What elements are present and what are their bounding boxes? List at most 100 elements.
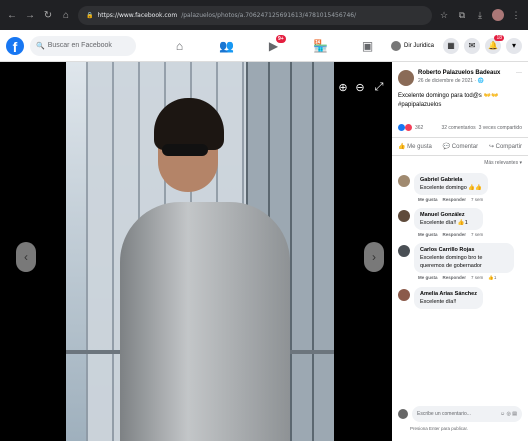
avatar: [398, 409, 408, 419]
more-options-icon[interactable]: ···: [516, 70, 522, 86]
grid-icon: ▦: [447, 41, 455, 50]
account-area: Dir Juridica ▦ ✉ 🔔 18 ▾: [391, 34, 523, 54]
post-date[interactable]: 26 de diciembre de 2021 · 🌐: [418, 78, 500, 84]
extensions-icon[interactable]: ⧉: [456, 9, 468, 21]
comment-like-link[interactable]: Me gusta: [418, 275, 438, 281]
marketplace-icon: 🏪: [313, 38, 328, 53]
composer-hint: Presiona Enter para publicar.: [410, 426, 469, 431]
commenter-avatar[interactable]: [398, 245, 410, 257]
commenter-name[interactable]: Amelia Arias Sánchez: [420, 290, 477, 298]
reactions-row: 362 32 comentarios 3 veces compartido: [392, 112, 528, 138]
notification-badge: 18: [494, 34, 505, 41]
comment-time[interactable]: 7 sem: [471, 232, 483, 237]
comment-reply-link[interactable]: Responder: [443, 275, 467, 281]
comments-count[interactable]: 32 comentarios: [441, 125, 475, 131]
menu-button[interactable]: ▦: [443, 37, 460, 54]
watch-badge: 9+: [276, 34, 286, 43]
photo-person-body: [120, 202, 290, 441]
next-photo-button[interactable]: ›: [364, 242, 384, 272]
comment-reaction-count: 👍1: [457, 220, 468, 226]
browser-menu-icon[interactable]: ⋮: [510, 9, 522, 21]
profile-chip[interactable]: Dir Juridica: [391, 40, 434, 51]
like-label: Me gusta: [407, 144, 432, 150]
love-reaction-icon: [405, 124, 412, 131]
comment-reaction-count: 👍1: [488, 275, 497, 280]
home-button[interactable]: ⌂: [60, 10, 72, 21]
messenger-button[interactable]: ✉: [464, 37, 481, 54]
zoom-out-icon[interactable]: ⊖: [353, 80, 367, 94]
comment-composer: Escribe un comentario... ☺ ◎ ▤: [392, 406, 528, 422]
commenter-name[interactable]: Manuel González: [420, 211, 477, 219]
messenger-icon: ✉: [468, 41, 476, 50]
comment-button[interactable]: 💬 Comentar: [443, 143, 478, 150]
emoji-icon[interactable]: ☺ ◎ ▤: [500, 411, 517, 417]
zoom-in-icon[interactable]: ⊕: [336, 80, 350, 94]
comment-bubble: Amelia Arias Sánchez Excelente día!!: [414, 287, 483, 309]
post-details-panel: Roberto Palazuelos Badeaux 26 de diciemb…: [392, 62, 528, 441]
comment-input[interactable]: Escribe un comentario... ☺ ◎ ▤: [412, 406, 522, 422]
main-nav: ⌂ 👥 ▶ 9+ 🏪 ▣: [156, 31, 391, 61]
commenter-name[interactable]: Gabriel Gabriela: [420, 176, 482, 184]
post-hashtag[interactable]: #papipalazuelos: [398, 101, 522, 110]
comment-bubble: Gabriel Gabriela Excelente domingo 👍👍: [414, 173, 489, 195]
commenter-name[interactable]: Carlos Carrillo Rojas: [420, 246, 508, 254]
watch-tab[interactable]: ▶ 9+: [250, 31, 297, 61]
url-host: https://www.facebook.com: [97, 11, 178, 19]
comment-placeholder: Escribe un comentario...: [417, 411, 471, 417]
comment-time[interactable]: 7 sem: [471, 197, 483, 202]
comment-reaction-number: 1: [493, 275, 497, 280]
post-actions: 👍 Me gusta 💬 Comentar ↪ Compartir: [392, 138, 528, 156]
post-photo[interactable]: [66, 62, 334, 441]
comment: Amelia Arias Sánchez Excelente día!!: [392, 284, 528, 312]
bell-icon: 🔔: [488, 41, 498, 50]
reaction-count[interactable]: 362: [415, 125, 423, 131]
commenter-avatar[interactable]: [398, 289, 410, 301]
comment-bubble: Carlos Carrillo Rojas Excelente domingo …: [414, 243, 514, 273]
chevron-down-icon: ▾: [512, 41, 517, 50]
comment-reply-link[interactable]: Responder: [443, 197, 467, 202]
url-path: /palazuelos/photos/a.706247125691613/478…: [181, 11, 357, 19]
comment-meta: Me gusta Responder 7 sem: [418, 197, 488, 202]
fullscreen-icon[interactable]: ⤢: [372, 80, 386, 94]
address-bar[interactable]: 🔒 https://www.facebook.com/palazuelos/ph…: [78, 5, 432, 25]
forward-button[interactable]: →: [24, 10, 36, 21]
comment-text: Excelente domingo bro te queremos de gob…: [420, 255, 483, 269]
share-button[interactable]: ↪ Compartir: [489, 143, 522, 150]
comment-like-link[interactable]: Me gusta: [418, 197, 438, 202]
gaming-tab[interactable]: ▣: [344, 31, 391, 61]
comment-text: Excelente día!! 👍1: [420, 219, 477, 227]
commenter-avatar[interactable]: [398, 175, 410, 187]
facebook-logo[interactable]: f: [6, 36, 24, 55]
comment-label: Comentar: [451, 144, 479, 150]
shares-count[interactable]: 3 veces compartido: [479, 125, 522, 131]
like-reaction-icon: [398, 124, 405, 131]
comment-like-link[interactable]: Me gusta: [418, 232, 438, 237]
comment-meta: Me gusta Responder 7 sem 👍1: [418, 275, 514, 281]
author-name[interactable]: Roberto Palazuelos Badeaux: [418, 70, 500, 76]
browser-profile-avatar[interactable]: [492, 9, 504, 21]
search-input[interactable]: 🔍 Buscar en Facebook: [30, 35, 136, 56]
comment-reply-link[interactable]: Responder: [443, 232, 467, 237]
comment: Gabriel Gabriela Excelente domingo 👍👍 Me…: [392, 170, 528, 205]
notifications-button[interactable]: 🔔 18: [485, 34, 505, 54]
comment-text: Excelente domingo 👍👍: [420, 185, 483, 191]
download-icon[interactable]: ⤓: [474, 9, 486, 21]
star-icon[interactable]: ☆: [438, 9, 450, 21]
like-button[interactable]: 👍 Me gusta: [398, 143, 432, 150]
reload-button[interactable]: ↻: [42, 10, 54, 21]
friends-icon: 👥: [219, 38, 234, 53]
home-tab[interactable]: ⌂: [156, 31, 203, 61]
comment-text: Excelente día!!: [420, 299, 457, 305]
comment-time[interactable]: 7 sem: [471, 275, 483, 281]
back-button[interactable]: ←: [6, 10, 18, 21]
comment-text-content: Excelente día!!: [420, 220, 457, 226]
comment-sort[interactable]: Más relevantes ▾: [392, 156, 528, 170]
marketplace-tab[interactable]: 🏪: [297, 31, 344, 61]
account-button[interactable]: ▾: [506, 37, 523, 54]
previous-photo-button[interactable]: ‹: [16, 242, 36, 272]
post-text: Excelente domingo para tod@s 👐👐 #papipal…: [392, 90, 528, 112]
friends-tab[interactable]: 👥: [203, 31, 250, 61]
author-avatar[interactable]: [398, 70, 414, 86]
commenter-avatar[interactable]: [398, 210, 410, 222]
comment: Carlos Carrillo Rojas Excelente domingo …: [392, 240, 528, 284]
